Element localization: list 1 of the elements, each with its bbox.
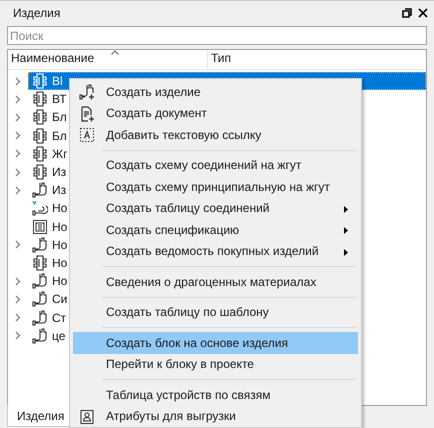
panel-title: Изделия (13, 4, 60, 22)
